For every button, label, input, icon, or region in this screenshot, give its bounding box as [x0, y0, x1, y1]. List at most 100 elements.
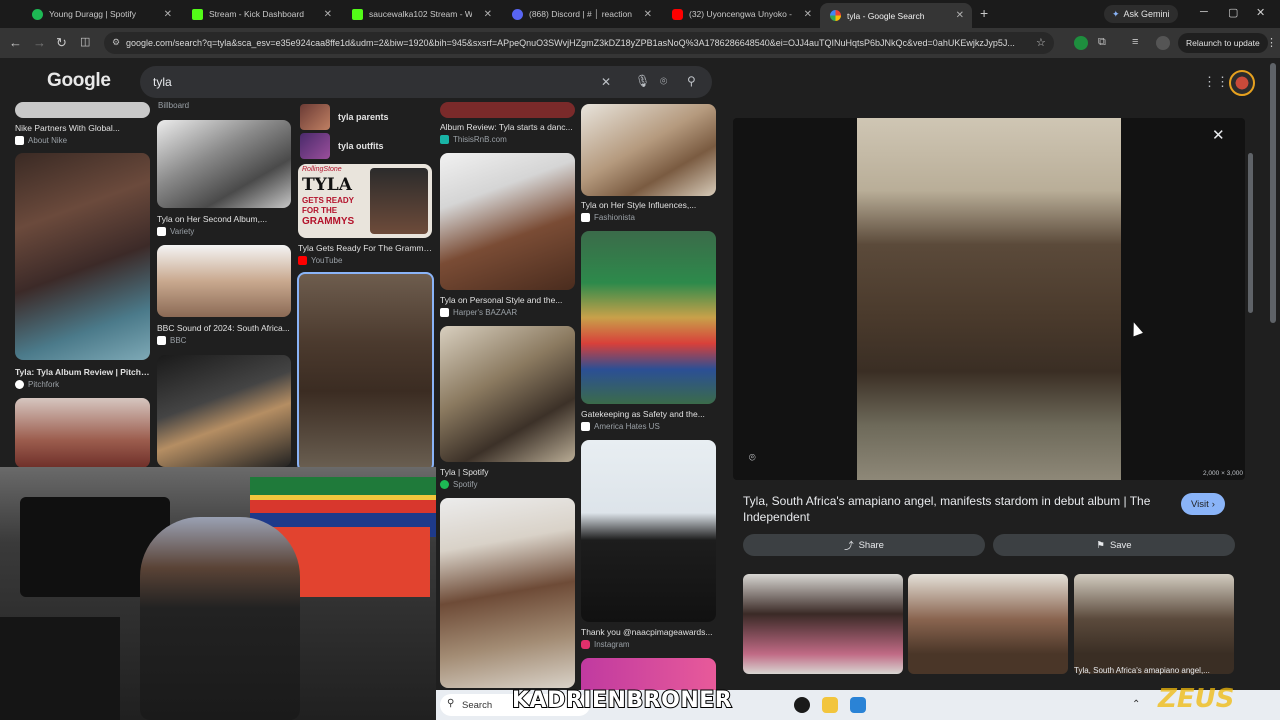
image-result[interactable] — [15, 398, 150, 468]
close-icon[interactable]: ✕ — [164, 9, 172, 20]
image-caption[interactable]: Tyla Gets Ready For The Grammy... — [298, 243, 433, 253]
image-caption[interactable]: Tyla on Her Second Album,... — [157, 214, 291, 224]
related-image[interactable] — [908, 574, 1068, 674]
account-avatar[interactable] — [1229, 70, 1255, 96]
preview-scrollbar[interactable] — [1248, 153, 1253, 313]
image-result[interactable] — [157, 120, 291, 208]
spotify-icon — [32, 8, 43, 20]
tray-chevron-icon[interactable]: ⌃ — [1132, 699, 1140, 710]
app-icon[interactable] — [850, 697, 866, 713]
image-caption[interactable]: Album Review: Tyla starts a danc... — [440, 122, 575, 132]
preview-title[interactable]: Tyla, South Africa's amapiano angel, man… — [743, 493, 1163, 525]
tab-kick-dashboard[interactable]: Stream - Kick Dashboard ✕ — [182, 3, 340, 25]
forward-icon[interactable]: → — [33, 35, 46, 50]
obs-icon[interactable] — [794, 697, 810, 713]
image-result-magazine[interactable]: RollingStone TYLA GETS READY FOR THE GRA… — [298, 164, 432, 238]
window-close-icon[interactable]: ✕ — [1256, 6, 1265, 19]
image-caption[interactable]: BBC Sound of 2024: South Africa... — [157, 323, 291, 333]
extension-icon[interactable] — [1074, 36, 1088, 50]
image-caption[interactable]: Tyla: Tyla Album Review | Pitchfork — [15, 367, 150, 377]
image-caption[interactable]: Tyla on Personal Style and the... — [440, 295, 575, 305]
tab-spotify[interactable]: Young Duragg | Spotify ✕ — [22, 3, 180, 25]
image-caption[interactable]: Gatekeeping as Safety and the... — [581, 409, 716, 419]
search-icon[interactable]: ⚲ — [687, 74, 696, 88]
image-result[interactable] — [15, 153, 150, 360]
search-icon: ⚲ — [447, 698, 455, 709]
close-icon[interactable]: ✕ — [804, 9, 812, 20]
image-preview-panel: ✕ ⌾ 2,000 × 3,000 Tyla, South Africa's a… — [733, 118, 1245, 678]
address-bar[interactable]: ⚙ google.com/search?q=tyla&sca_esv=e35e9… — [104, 32, 1054, 54]
back-icon[interactable]: ← — [9, 35, 22, 50]
search-input[interactable]: tyla — [140, 66, 712, 98]
bookmark-star-icon[interactable]: ☆ — [1036, 36, 1046, 49]
search-query: tyla — [153, 75, 172, 89]
image-result[interactable] — [581, 231, 716, 404]
file-explorer-icon[interactable] — [822, 697, 838, 713]
menu-icon[interactable]: ⋮ — [1266, 36, 1277, 49]
image-result[interactable] — [581, 104, 716, 196]
image-caption[interactable]: Tyla on Her Style Influences,... — [581, 200, 716, 210]
related-image[interactable] — [1074, 574, 1234, 674]
tab-kick-stream[interactable]: saucewalka102 Stream - Watch ✕ — [342, 3, 500, 25]
minimize-icon[interactable]: ─ — [1200, 6, 1208, 18]
google-apps-icon[interactable]: ⋮⋮ — [1203, 74, 1229, 90]
related-image[interactable] — [743, 574, 903, 674]
maximize-icon[interactable]: ▢ — [1228, 6, 1238, 19]
share-icon: ⤴ — [844, 541, 854, 552]
image-result[interactable] — [440, 326, 575, 462]
profile-avatar[interactable] — [1156, 36, 1170, 50]
media-controls-icon[interactable]: ≡ — [1132, 36, 1138, 48]
close-icon[interactable]: ✕ — [956, 10, 964, 21]
source-label: Spotify — [453, 480, 478, 489]
image-result[interactable] — [15, 102, 150, 118]
image-source: YouTube — [298, 256, 342, 265]
page-scrollbar[interactable] — [1270, 63, 1276, 323]
extensions-puzzle-icon[interactable]: ⧉ — [1098, 36, 1106, 49]
close-icon[interactable]: ✕ — [644, 9, 652, 20]
new-tab-button[interactable]: + — [980, 5, 988, 21]
related-label: tyla parents — [338, 112, 389, 122]
clear-search-icon[interactable]: ✕ — [601, 75, 611, 89]
image-source: Spotify — [440, 480, 477, 489]
relaunch-button[interactable]: Relaunch to update — [1178, 33, 1268, 53]
visit-button[interactable]: Visit › — [1181, 493, 1225, 515]
google-lens-icon[interactable]: ⌾ — [660, 74, 667, 89]
image-result[interactable] — [440, 498, 575, 688]
image-result[interactable] — [157, 355, 291, 467]
image-caption[interactable]: Tyla | Spotify — [440, 467, 575, 477]
google-logo[interactable]: Google — [47, 70, 111, 92]
image-result[interactable] — [157, 245, 291, 317]
site-info-icon[interactable]: ⚙ — [112, 37, 120, 48]
share-button[interactable]: ⤴ Share — [743, 534, 985, 556]
close-preview-icon[interactable]: ✕ — [1212, 126, 1225, 144]
related-image-caption[interactable]: Tyla, South Africa's amapiano angel,... — [1074, 666, 1234, 675]
image-result[interactable] — [440, 102, 575, 118]
ask-gemini-button[interactable]: ✦ Ask Gemini — [1104, 5, 1178, 23]
close-icon[interactable]: ✕ — [484, 9, 492, 20]
tab-title: (868) Discord | # │ reaction — [529, 9, 632, 19]
save-button[interactable]: ⚑ Save — [993, 534, 1235, 556]
image-source: ThisisRnB.com — [440, 135, 507, 144]
image-result[interactable] — [440, 153, 575, 290]
youtube-icon — [672, 8, 683, 20]
image-caption[interactable]: Thank you @naacpimageawards... — [581, 627, 716, 637]
close-icon[interactable]: ✕ — [324, 9, 332, 20]
source-label: BBC — [170, 336, 187, 345]
browser-toolbar: ← → ↻ ◫ ⚙ google.com/search?q=tyla&sca_e… — [0, 28, 1280, 58]
preview-photo — [857, 118, 1121, 480]
google-icon — [830, 10, 841, 21]
image-result[interactable] — [581, 440, 716, 622]
tab-discord[interactable]: (868) Discord | # │ reaction ✕ — [502, 3, 660, 25]
tab-youtube[interactable]: (32) Uyoncengwa Unyoko - You ✕ — [662, 3, 820, 25]
reload-icon[interactable]: ↻ — [56, 35, 67, 51]
side-panel-icon[interactable]: ◫ — [80, 35, 90, 48]
related-search-tyla-outfits[interactable]: tyla outfits — [300, 131, 384, 161]
visual-search-icon[interactable]: ⌾ — [749, 452, 756, 465]
image-caption[interactable]: Nike Partners With Global... — [15, 123, 150, 133]
microphone-icon[interactable]: 🎙 — [635, 74, 650, 88]
source-label: YouTube — [311, 256, 343, 265]
tab-google-search[interactable]: tyla - Google Search ✕ — [820, 3, 972, 28]
related-search-tyla-parents[interactable]: tyla parents — [300, 102, 389, 132]
image-result-selected[interactable] — [297, 272, 434, 472]
preview-image[interactable] — [733, 118, 1245, 480]
